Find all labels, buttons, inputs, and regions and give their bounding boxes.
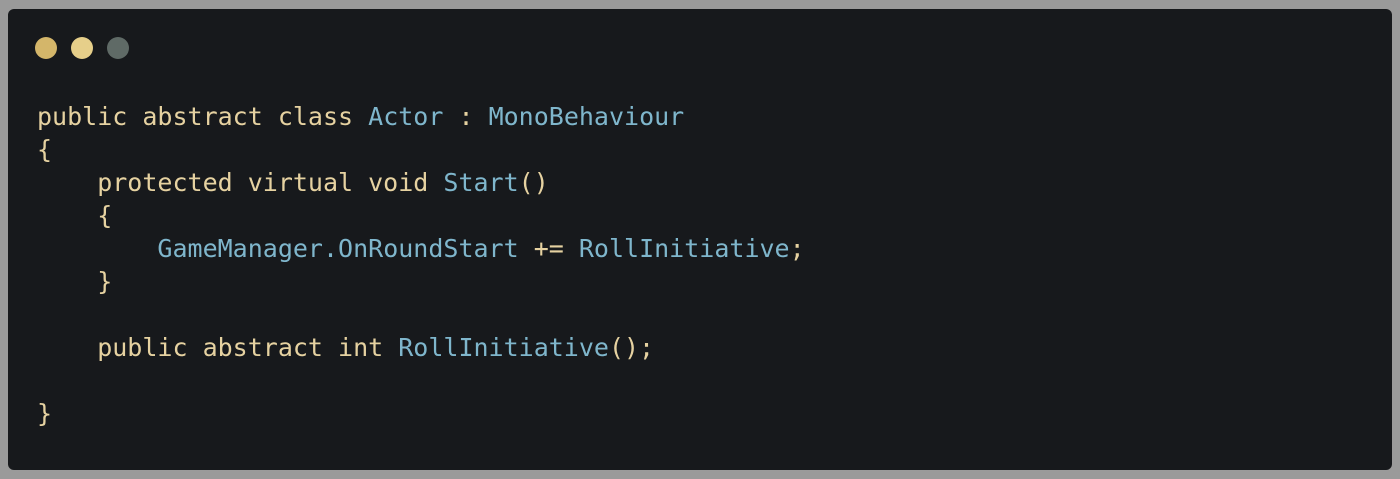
minimize-dot-icon[interactable]: [71, 37, 93, 59]
code-token: +=: [518, 234, 579, 263]
code-identifier: RollInitiative: [398, 333, 609, 362]
code-token: :: [443, 102, 489, 131]
window-controls: [35, 37, 129, 59]
code-line: public abstract int RollInitiative();: [37, 331, 805, 364]
code-token: {: [37, 201, 113, 230]
code-line: {: [37, 199, 805, 232]
code-line: }: [37, 265, 805, 298]
code-token: }: [37, 399, 53, 428]
code-window: public abstract class Actor : MonoBehavi…: [8, 9, 1392, 470]
close-dot-icon[interactable]: [35, 37, 57, 59]
code-block: public abstract class Actor : MonoBehavi…: [37, 100, 805, 430]
code-token: ;: [789, 234, 805, 263]
code-identifier: MonoBehaviour: [488, 102, 685, 131]
code-identifier: Start: [443, 168, 519, 197]
code-token: protected virtual void: [37, 168, 444, 197]
code-token: (): [518, 168, 549, 197]
code-identifier: Actor: [368, 102, 444, 131]
code-identifier: GameManager.OnRoundStart: [157, 234, 519, 263]
code-line: {: [37, 133, 805, 166]
code-token: ();: [608, 333, 655, 362]
code-line: public abstract class Actor : MonoBehavi…: [37, 100, 805, 133]
code-line: }: [37, 397, 805, 430]
code-line: protected virtual void Start(): [37, 166, 805, 199]
code-line: GameManager.OnRoundStart += RollInitiati…: [37, 232, 805, 265]
code-identifier: RollInitiative: [578, 234, 790, 263]
code-token: public abstract class: [37, 102, 369, 131]
code-token: public abstract int: [37, 333, 399, 362]
code-token: {: [37, 135, 53, 164]
code-token: }: [37, 267, 113, 296]
maximize-dot-icon[interactable]: [107, 37, 129, 59]
